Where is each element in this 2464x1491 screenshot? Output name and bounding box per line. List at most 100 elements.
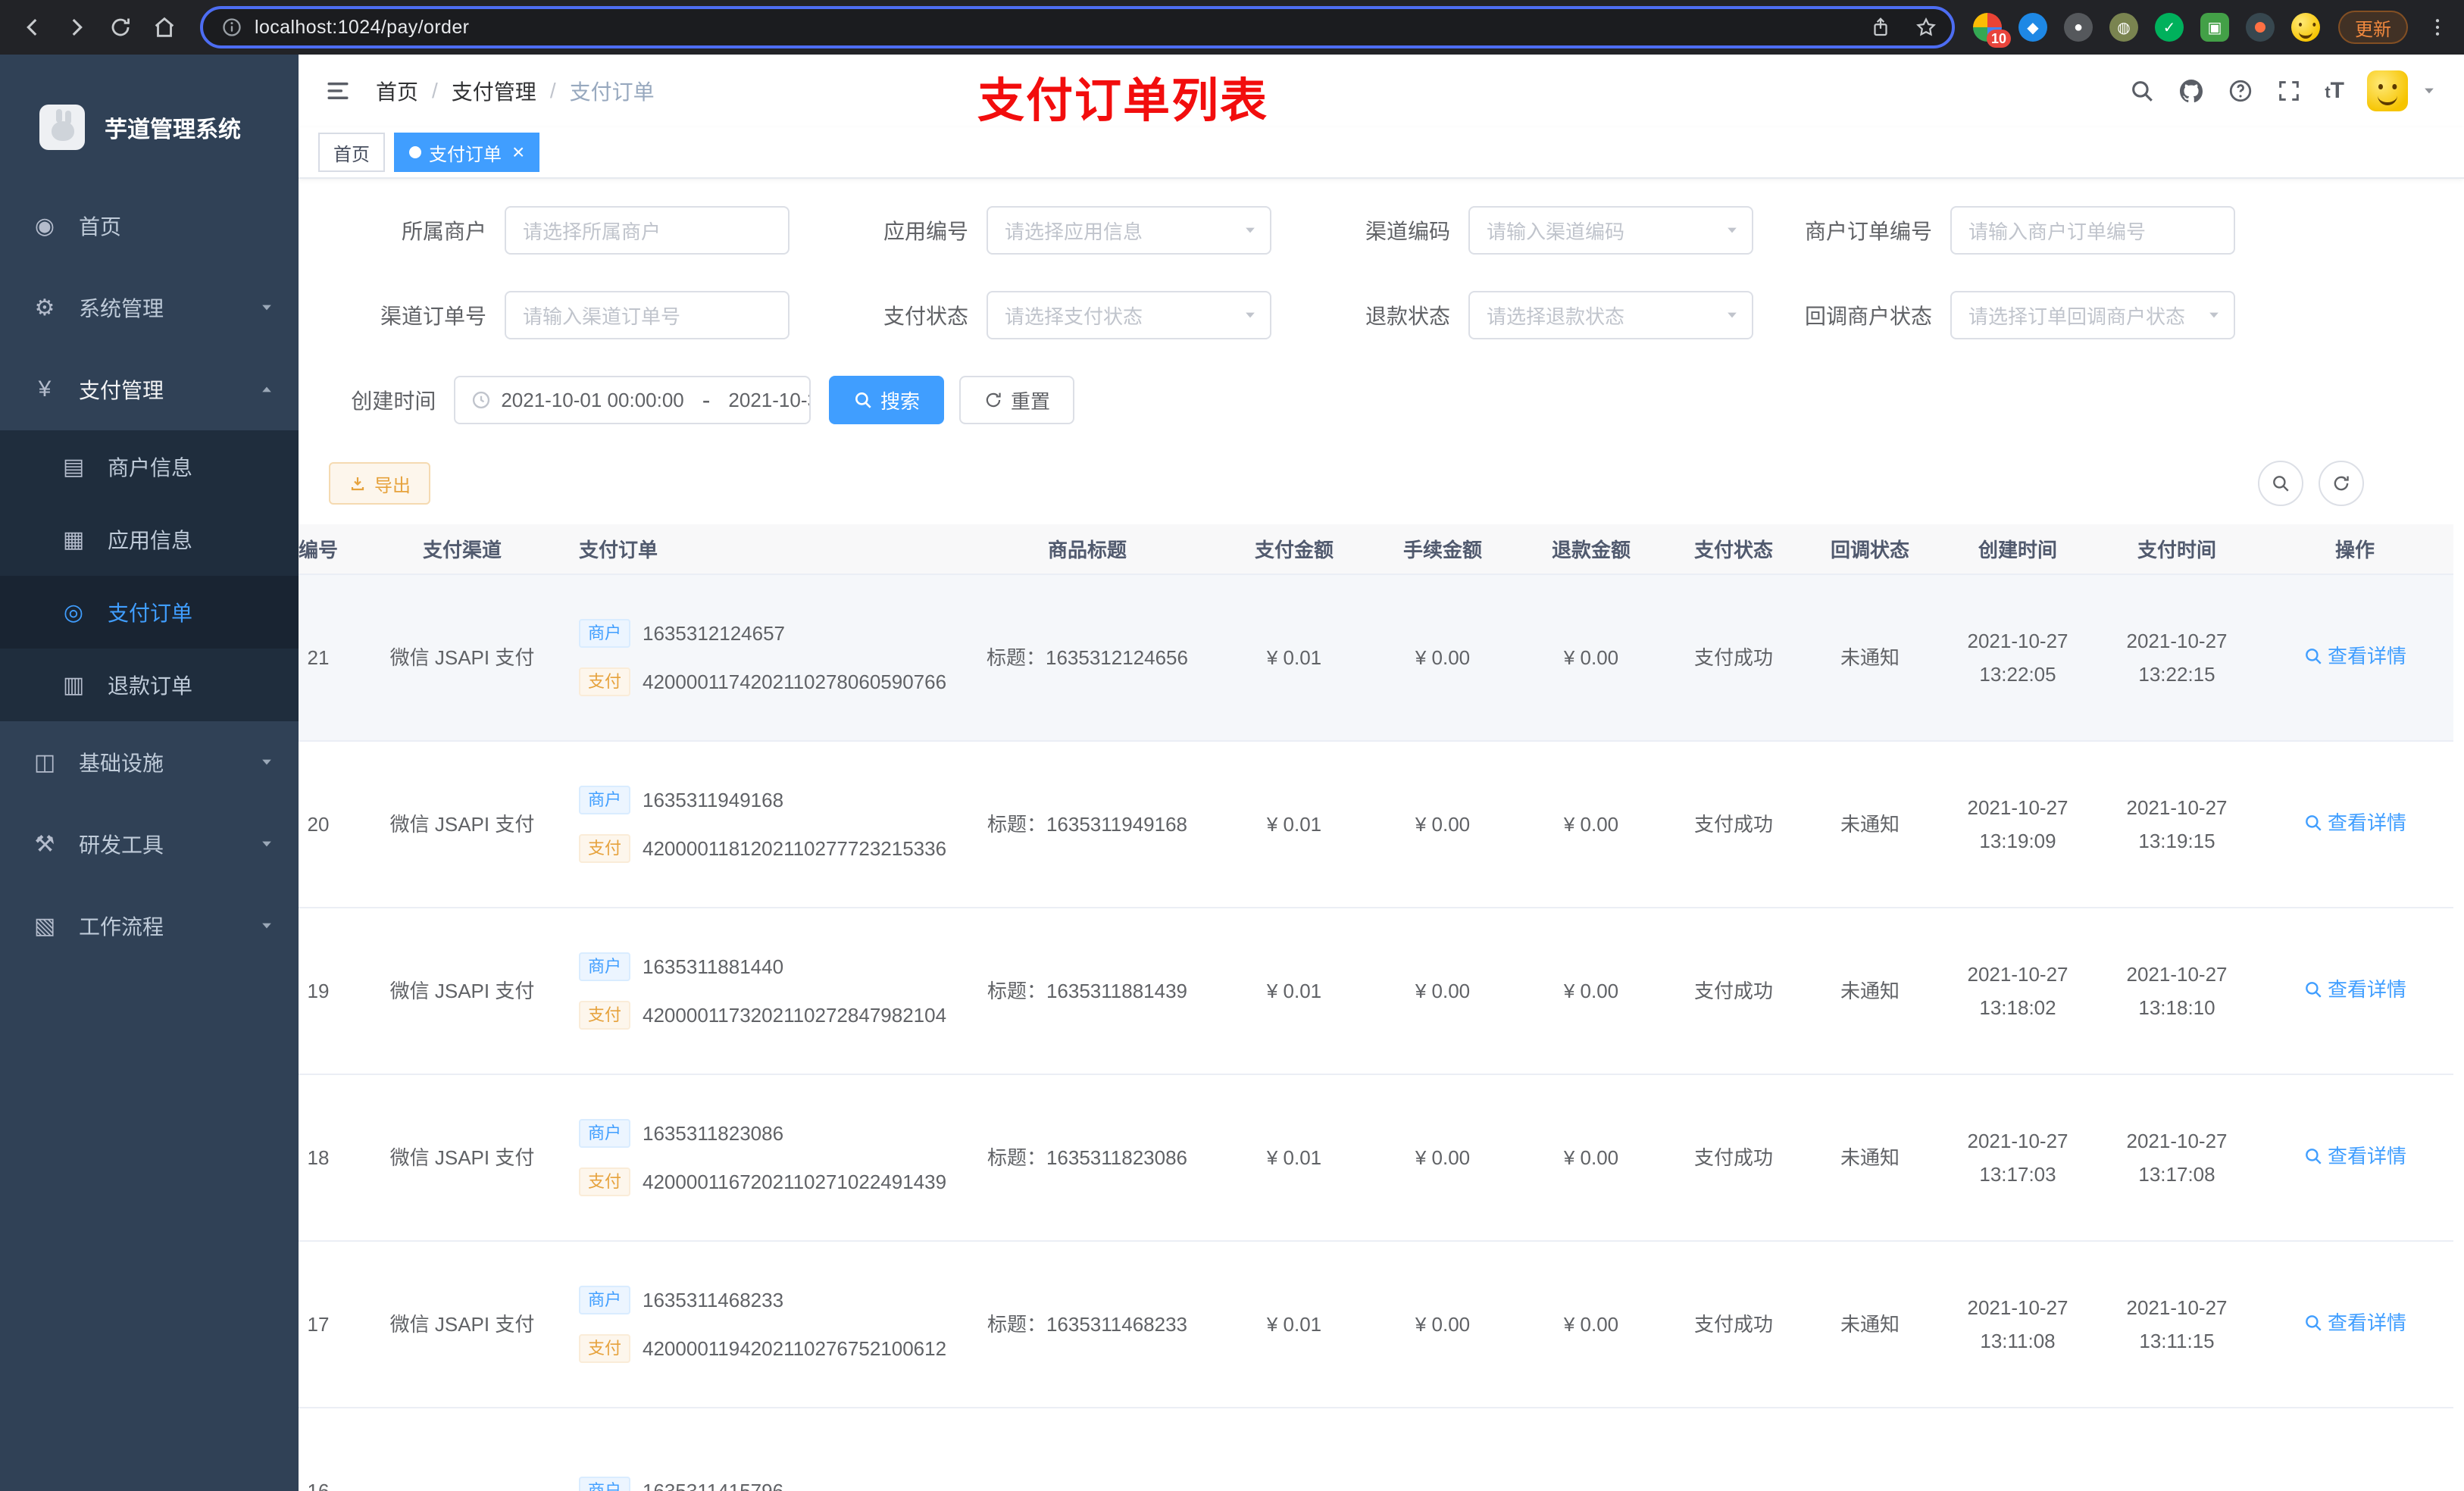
clock-icon: [471, 389, 492, 411]
status-cell: 支付成功: [1665, 741, 1802, 908]
notify-cell: 未通知: [1802, 1074, 1938, 1242]
pay-order-cell: 商户 1635311881440 支付 42000011732021102728479…: [546, 908, 955, 1075]
reload-button[interactable]: [100, 7, 141, 48]
pay-channel-cell: 微信 JSAPI 支付: [379, 574, 546, 742]
url-bar[interactable]: localhost:1024/pay/order: [200, 6, 1955, 48]
filter-select[interactable]: 请输入渠道编码: [1468, 206, 1753, 255]
refresh-icon[interactable]: [2319, 461, 2364, 506]
chevron-down-icon: [259, 836, 274, 852]
sidebar-item-pay[interactable]: ¥ 支付管理: [0, 349, 299, 430]
refund-cell: ¥ 0.00: [1517, 574, 1665, 742]
fullscreen-icon[interactable]: [2276, 78, 2302, 104]
refund-cell: [1517, 1408, 1665, 1491]
bookmark-star-icon[interactable]: [1909, 11, 1943, 44]
sidebar-item-refund-order[interactable]: ▥ 退款订单: [0, 649, 299, 721]
amount-cell: [1220, 1408, 1368, 1491]
view-detail-link[interactable]: 查看详情: [2303, 806, 2406, 839]
filter-input[interactable]: 请选择所属商户: [505, 206, 790, 255]
extension-icon-7[interactable]: [2246, 13, 2275, 42]
view-detail-link[interactable]: 查看详情: [2303, 973, 2406, 1006]
breadcrumb-pay-manage[interactable]: 支付管理: [452, 76, 536, 106]
filter-label: 应用编号: [883, 220, 968, 243]
filter-select[interactable]: 请选择应用信息: [987, 206, 1271, 255]
merchant-tag: 商户: [579, 1477, 631, 1491]
sidebar-item-pay-order[interactable]: ◎ 支付订单: [0, 576, 299, 649]
user-avatar[interactable]: [2367, 70, 2408, 111]
order-id-cell: 20: [299, 741, 379, 908]
pay-tag: 支付: [579, 667, 631, 697]
notify-cell: 未通知: [1802, 574, 1938, 742]
sidebar-item-devtools[interactable]: ⚒ 研发工具: [0, 803, 299, 885]
pay-time-cell: 2021-10-27 13:18:10: [2097, 908, 2256, 1075]
gear-icon: ⚙: [34, 295, 55, 320]
filter-select[interactable]: 请选择退款状态: [1468, 291, 1753, 339]
hamburger-icon[interactable]: [324, 77, 352, 105]
merchant-tag: 商户: [579, 952, 631, 981]
back-button[interactable]: [12, 7, 53, 48]
tag-home[interactable]: 首页: [318, 133, 385, 172]
refund-cell: ¥ 0.00: [1517, 1241, 1665, 1408]
search-button[interactable]: 搜索: [829, 376, 945, 424]
sidebar-item-infra[interactable]: ◫ 基础设施: [0, 721, 299, 803]
extension-icon-1[interactable]: 10: [1973, 13, 2011, 48]
profile-avatar[interactable]: [2291, 13, 2320, 42]
table-row: 18 微信 JSAPI 支付 商户 1635311823086 支付 4200001167…: [299, 1074, 2453, 1242]
share-icon[interactable]: [1864, 11, 1897, 44]
app-logo[interactable]: 芋道管理系统: [0, 82, 299, 173]
extension-icon-6[interactable]: ▣: [2200, 13, 2229, 42]
amount-cell: ¥ 0.01: [1220, 1074, 1368, 1242]
pay-order-cell: 商户 1635311823086 支付 42000011672021102710224…: [546, 1074, 955, 1242]
filter-date-row: 创建时间 2021-10-01 00:00:00 - 2021-10-31 23…: [329, 376, 2464, 424]
sidebar-item-app-info[interactable]: ▦ 应用信息: [0, 503, 299, 576]
tag-pay-order[interactable]: 支付订单 ×: [394, 133, 540, 172]
close-icon[interactable]: ×: [512, 142, 524, 163]
grid-icon: ▦: [62, 527, 85, 552]
sidebar-item-home[interactable]: ◉ 首页: [0, 185, 299, 267]
filter-row: 所属商户 请选择所属商户 应用编号 请选择应用信息 渠道编码 请输入渠道编码 商户订单编号请…: [329, 206, 2464, 255]
title-cell: 标题：1635311881439: [955, 908, 1220, 1075]
sidebar-item-merchant-info[interactable]: ▤ 商户信息: [0, 430, 299, 503]
help-icon[interactable]: [2228, 78, 2253, 104]
view-detail-link[interactable]: 查看详情: [2303, 1306, 2406, 1339]
show-search-icon[interactable]: [2258, 461, 2303, 506]
breadcrumb-home[interactable]: 首页: [376, 76, 418, 106]
update-chrome-button[interactable]: 更新: [2338, 11, 2408, 44]
font-size-icon[interactable]: tT: [2325, 78, 2344, 104]
pay-channel-cell: 微信 JSAPI 支付: [379, 908, 546, 1075]
extension-icon-5[interactable]: ✓: [2155, 13, 2184, 42]
info-icon[interactable]: [221, 17, 242, 38]
title-cell: 标题：1635311468233: [955, 1241, 1220, 1408]
github-icon[interactable]: [2178, 77, 2205, 105]
extension-icon-3[interactable]: ●: [2064, 13, 2093, 42]
amount-cell: ¥ 0.01: [1220, 741, 1368, 908]
filter-select[interactable]: 请选择订单回调商户状态: [1950, 291, 2235, 339]
order-id-cell: 17: [299, 1241, 379, 1408]
extension-icon-2[interactable]: ◆: [2018, 13, 2047, 42]
view-detail-link[interactable]: 查看详情: [2303, 639, 2406, 673]
reset-button[interactable]: 重置: [959, 376, 1075, 424]
chevron-down-icon[interactable]: [2422, 83, 2437, 98]
column-header: 商品标题: [955, 524, 1220, 575]
sidebar-item-workflow[interactable]: ▧ 工作流程: [0, 885, 299, 967]
search-icon[interactable]: [2129, 78, 2155, 104]
forward-button[interactable]: [56, 7, 97, 48]
pay-channel-cell: 微信 JSAPI 支付: [379, 1074, 546, 1242]
filter-select[interactable]: 请选择支付状态: [987, 291, 1271, 339]
extension-icon-4[interactable]: ◍: [2109, 13, 2138, 42]
filter-row: 渠道订单号 请输入渠道订单号 支付状态 请选择支付状态 退款状态 请选择退款状态 回调商户状…: [329, 291, 2464, 339]
browser-chrome: localhost:1024/pay/order 10 ◆ ● ◍ ✓ ▣ 更新: [0, 0, 2464, 55]
sidebar-item-system[interactable]: ⚙ 系统管理: [0, 267, 299, 349]
home-button[interactable]: [144, 7, 185, 48]
pay-time-cell: 2021-10-27 13:22:15: [2097, 574, 2256, 742]
date-range-input[interactable]: 2021-10-01 00:00:00 - 2021-10-31 23:59:5…: [454, 376, 811, 424]
yen-icon: ¥: [38, 377, 52, 402]
chevron-up-icon: [259, 382, 274, 397]
browser-menu-icon[interactable]: [2426, 16, 2449, 39]
view-detail-link[interactable]: 查看详情: [2303, 1139, 2406, 1173]
filter-input[interactable]: 请输入渠道订单号: [505, 291, 790, 339]
column-header: 支付状态: [1665, 524, 1802, 575]
export-button[interactable]: 导出: [329, 462, 430, 505]
filter-input[interactable]: 请输入商户订单编号: [1950, 206, 2235, 255]
chevron-down-icon: [259, 300, 274, 315]
refund-cell: ¥ 0.00: [1517, 908, 1665, 1075]
